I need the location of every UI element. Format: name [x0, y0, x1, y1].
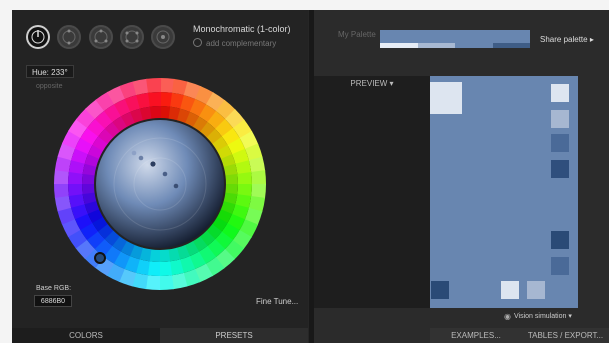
hue-segment[interactable]: [146, 78, 162, 93]
triad-scheme-button[interactable]: [89, 25, 113, 49]
add-complementary-toggle[interactable]: add complementary: [193, 38, 276, 48]
saturation-brightness-disc[interactable]: [96, 120, 224, 248]
base-color-marker[interactable]: [149, 160, 157, 168]
hue-segment[interactable]: [149, 106, 161, 119]
swatch: [551, 160, 569, 178]
palette-strip-segment: [417, 43, 455, 48]
tab-examples[interactable]: EXAMPLES...: [430, 328, 522, 343]
tab-preview[interactable]: PREVIEW ▾: [314, 76, 430, 308]
palette-strip-segment: [492, 43, 530, 48]
accented-icon: [156, 30, 170, 44]
base-rgb-input[interactable]: 6886B0: [34, 295, 72, 307]
swatch: [551, 134, 569, 152]
mono-scheme-button[interactable]: [26, 25, 50, 49]
hue-segment[interactable]: [159, 249, 171, 262]
accented-scheme-button[interactable]: [151, 25, 175, 49]
hue-segment[interactable]: [54, 182, 69, 198]
swatch: [551, 84, 569, 102]
shade-marker[interactable]: [138, 155, 144, 161]
fine-tune-button[interactable]: Fine Tune...: [256, 297, 298, 306]
vision-simulation-menu[interactable]: Vision simulation ▾: [514, 312, 572, 320]
tab-colors[interactable]: COLORS: [12, 328, 160, 343]
tab-tables-export[interactable]: TABLES / EXPORT...: [522, 328, 609, 343]
hue-segment[interactable]: [159, 261, 173, 276]
tetrad-scheme-button[interactable]: [120, 25, 144, 49]
base-rgb-label: Base RGB:: [36, 285, 72, 292]
palette-strip: [380, 43, 530, 48]
hue-segment[interactable]: [158, 275, 174, 290]
hue-segment[interactable]: [68, 183, 83, 197]
shade-marker[interactable]: [131, 150, 137, 156]
app-window: Monochromatic (1-color) add complementar…: [12, 10, 609, 343]
swatch: [431, 281, 449, 299]
preview-panel: My Palette Share palette ▸ ◉ Vision simu…: [314, 10, 609, 343]
tab-presets[interactable]: PRESETS: [160, 328, 308, 343]
hue-segment[interactable]: [237, 171, 252, 185]
scheme-title: Monochromatic (1-color): [193, 24, 291, 34]
analogic-icon: [125, 30, 139, 44]
shade-marker[interactable]: [162, 171, 168, 177]
palette-strip-segment: [455, 43, 493, 48]
checkbox-icon: [193, 38, 202, 47]
complement-scheme-button[interactable]: [57, 25, 81, 49]
share-palette-button[interactable]: Share palette ▸: [540, 35, 594, 44]
swatch: [501, 281, 519, 299]
hue-segment[interactable]: [251, 170, 266, 186]
swatch: [527, 281, 545, 299]
my-palette-label: My Palette: [338, 30, 376, 39]
eye-icon: ◉: [504, 312, 511, 321]
hue-handle[interactable]: [94, 252, 106, 264]
color-wheel[interactable]: [52, 76, 268, 292]
add-complementary-label: add complementary: [206, 39, 277, 48]
hue-segment[interactable]: [147, 92, 161, 107]
color-wheel-panel: Monochromatic (1-color) add complementar…: [12, 10, 308, 343]
shade-marker[interactable]: [173, 183, 179, 189]
hue-segment[interactable]: [225, 173, 238, 185]
swatch: [551, 257, 569, 275]
swatch: [551, 231, 569, 249]
hue-segment[interactable]: [82, 183, 95, 195]
swatch: [430, 82, 462, 114]
triad-icon: [62, 29, 76, 45]
palette-strip-segment: [380, 43, 418, 48]
tetrad-icon: [94, 29, 108, 44]
mono-icon: [31, 30, 45, 44]
swatch: [551, 110, 569, 128]
palette-bar[interactable]: [380, 30, 530, 48]
